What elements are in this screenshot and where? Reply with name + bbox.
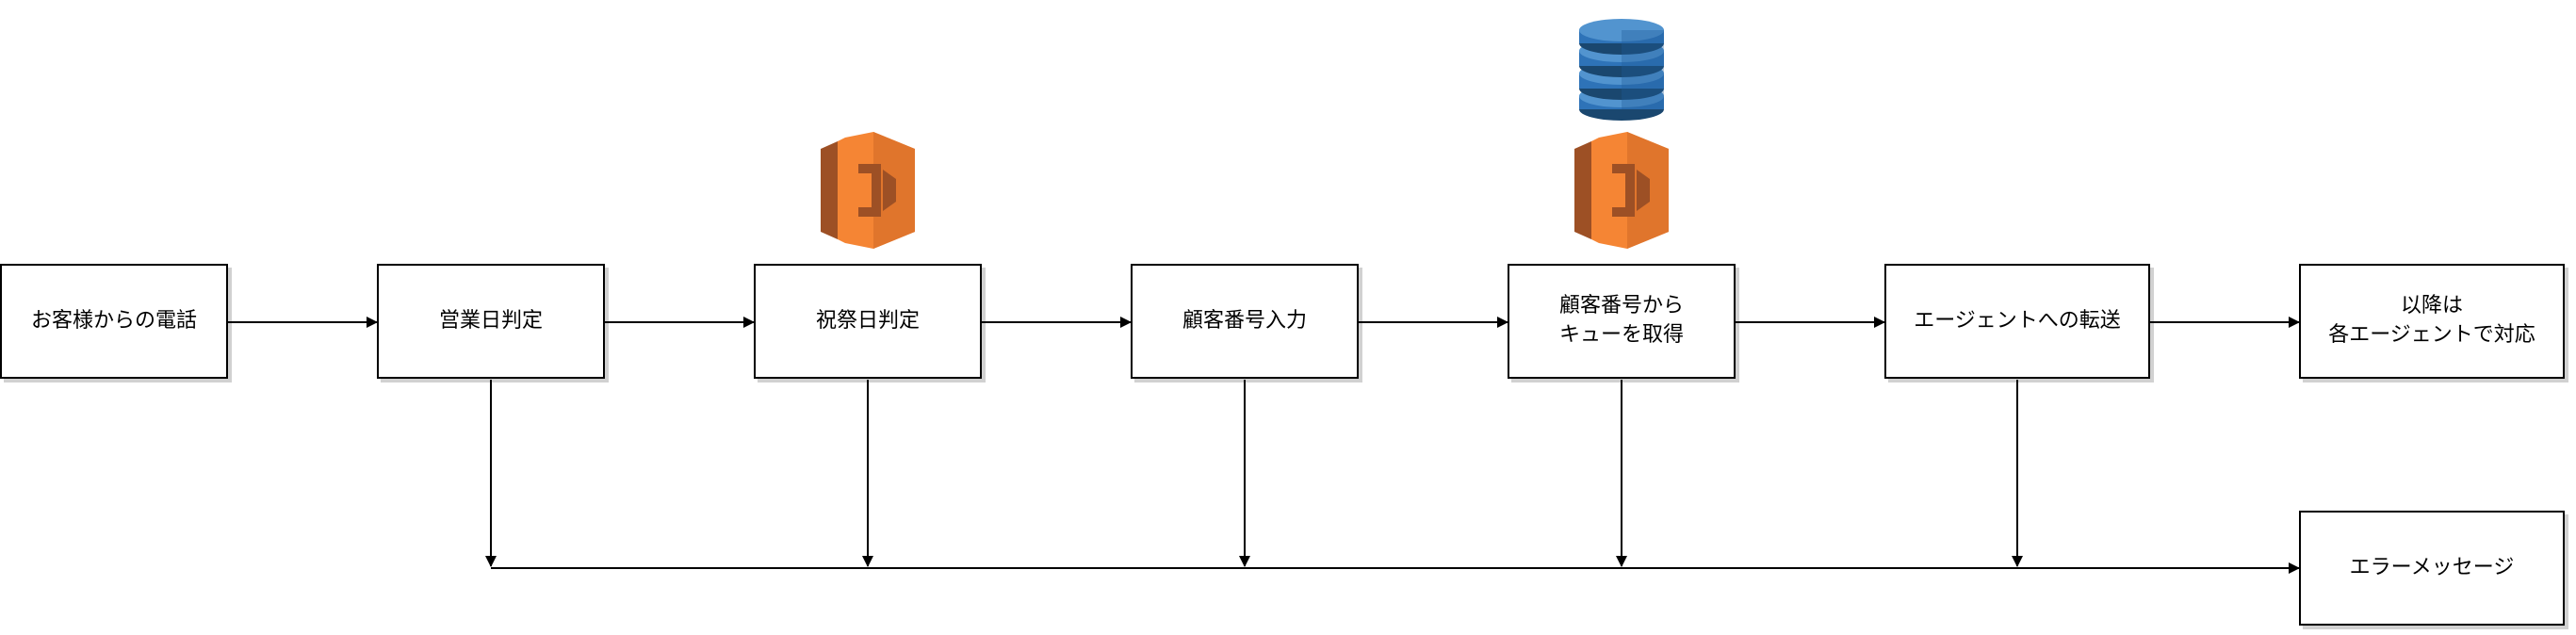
node-business-day-label: 営業日判定 bbox=[438, 308, 543, 333]
node-holiday-label: 祝祭日判定 bbox=[815, 308, 920, 333]
node-queue-label-line2: キューを取得 bbox=[1558, 323, 1684, 347]
node-agent-label-line1: 以降は bbox=[2400, 294, 2463, 318]
node-transfer: エージェントへの転送 bbox=[1884, 264, 2150, 379]
node-customer-number-label: 顧客番号入力 bbox=[1182, 308, 1307, 333]
aws-lambda-icon bbox=[821, 132, 915, 249]
node-transfer-label: エージェントへの転送 bbox=[1914, 308, 2121, 333]
node-error: エラーメッセージ bbox=[2299, 511, 2565, 626]
aws-lambda-icon bbox=[1574, 132, 1669, 249]
node-agent: 以降は 各エージェントで対応 bbox=[2299, 264, 2565, 379]
node-customer-number: 顧客番号入力 bbox=[1131, 264, 1359, 379]
node-business-day: 営業日判定 bbox=[377, 264, 605, 379]
node-agent-label-line2: 各エージェントで対応 bbox=[2328, 323, 2535, 347]
node-queue: 顧客番号から キューを取得 bbox=[1508, 264, 1736, 379]
node-holiday: 祝祭日判定 bbox=[754, 264, 982, 379]
node-call-label: お客様からの電話 bbox=[30, 308, 197, 333]
node-error-label: エラーメッセージ bbox=[2349, 555, 2515, 579]
aws-dynamodb-icon bbox=[1579, 19, 1664, 121]
node-call: お客様からの電話 bbox=[0, 264, 228, 379]
node-queue-label-line1: 顧客番号から bbox=[1558, 294, 1684, 318]
